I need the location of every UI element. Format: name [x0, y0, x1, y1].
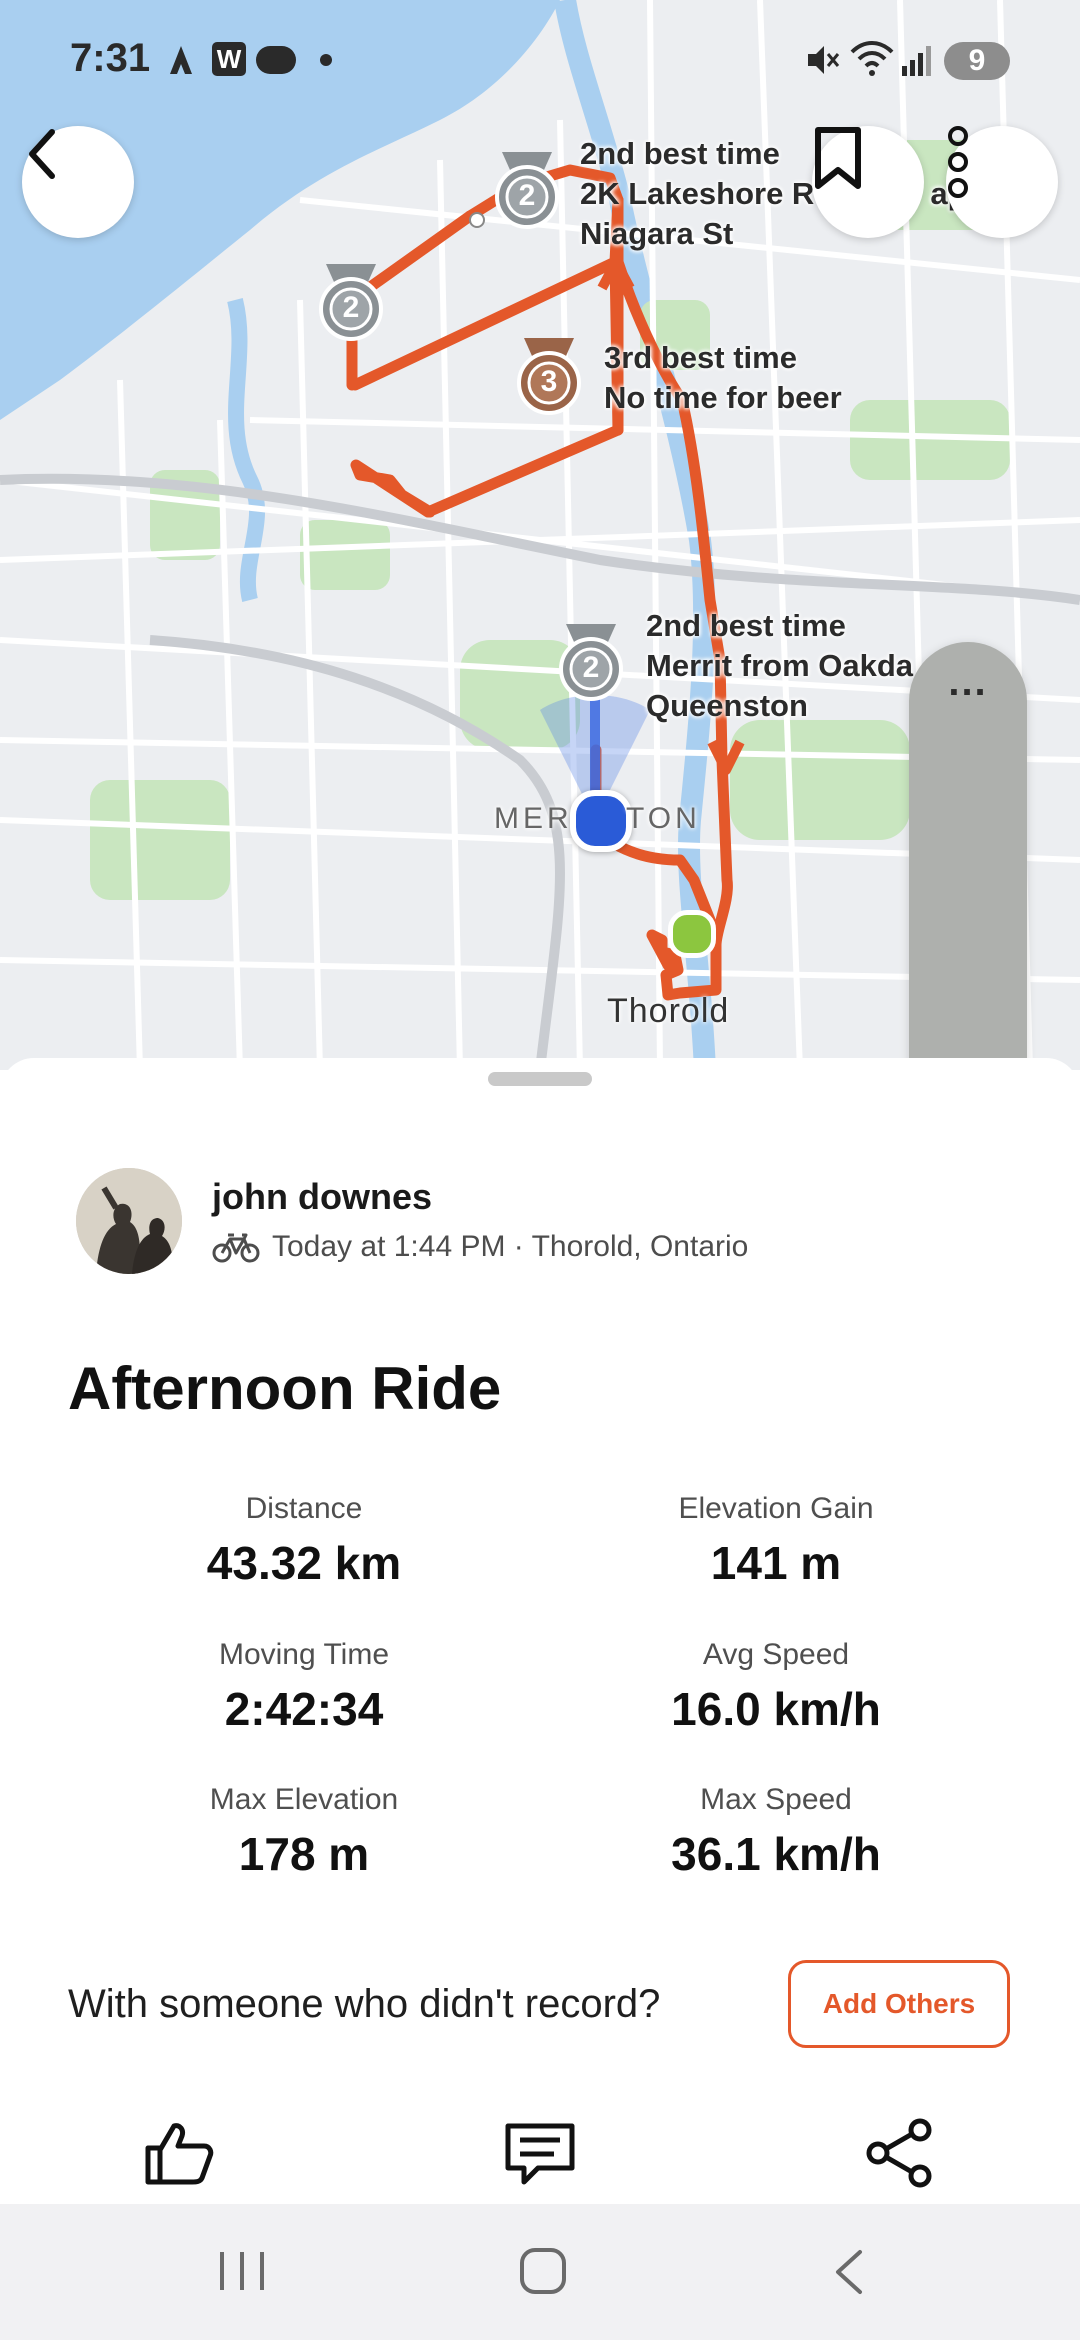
w-app-icon: W — [212, 42, 246, 76]
medal-2-icon[interactable]: 2 — [318, 262, 384, 344]
battery-icon: 9 — [944, 42, 1010, 80]
signal-icon — [902, 46, 931, 76]
stat-value: 141 m — [710, 1537, 842, 1589]
thumbs-up-icon[interactable] — [144, 2120, 214, 2186]
add-others-prompt: With someone who didn't record? — [68, 1982, 661, 2026]
stat-max-elevation: Max Elevation 178 m — [94, 1783, 514, 1881]
start-point-dot — [668, 910, 716, 958]
segment-name-text: Merrit from Oakda — [646, 648, 914, 683]
medal-rank: 2 — [342, 291, 360, 324]
athlete-name[interactable]: john downes — [212, 1176, 432, 1218]
stat-distance: Distance 43.32 km — [94, 1492, 514, 1590]
home-icon[interactable] — [518, 2246, 568, 2296]
medal-rank: 2 — [582, 651, 600, 684]
volume-more-button[interactable]: ... — [909, 660, 1027, 705]
medal-3-icon[interactable]: 3 — [516, 336, 582, 418]
stat-value: 16.0 km/h — [671, 1683, 881, 1735]
bookmark-icon — [815, 127, 861, 189]
avatar[interactable] — [76, 1168, 182, 1274]
medal-rank: 3 — [540, 365, 558, 398]
stat-moving-time: Moving Time 2:42:34 — [94, 1638, 514, 1736]
activity-title: Afternoon Ride — [68, 1355, 502, 1422]
more-options-button[interactable] — [946, 126, 1058, 238]
medal-2-icon[interactable]: 2 — [494, 150, 560, 232]
notification-dot-icon — [320, 54, 332, 66]
sheet-drag-handle[interactable] — [488, 1072, 592, 1086]
stat-label: Avg Speed — [702, 1638, 850, 1671]
stat-value: 178 m — [238, 1828, 370, 1880]
system-nav-bar — [0, 2204, 1080, 2340]
activity-meta-row: Today at 1:44 PM · Thorold, Ontario — [212, 1230, 748, 1264]
stat-max-speed: Max Speed 36.1 km/h — [566, 1783, 986, 1881]
segment-rank-text: 3rd best time — [604, 340, 797, 375]
route-map[interactable]: 2 2 3 2 2nd best time 2K Lakeshore Rap N… — [0, 0, 1080, 1070]
segment-name-text: Queenston — [646, 688, 808, 723]
place-label-merriton-right: TON — [626, 802, 701, 835]
activity-meta-text: Today at 1:44 PM · Thorold, Ontario — [272, 1230, 749, 1263]
bookmark-button[interactable] — [812, 126, 924, 238]
strava-arrow-icon — [170, 46, 192, 74]
segment-label-no-time-for-beer[interactable]: 3rd best time No time for beer — [604, 338, 842, 418]
status-time: 7:31 — [70, 36, 151, 80]
stat-label: Max Elevation — [209, 1783, 399, 1816]
stat-elevation-gain: Elevation Gain 141 m — [566, 1492, 986, 1590]
activity-sheet: john downes Today at 1:44 PM · Thorold, … — [0, 1058, 1080, 2204]
bike-icon — [212, 1233, 260, 1263]
medal-rank: 2 — [518, 179, 536, 212]
share-icon[interactable] — [864, 2118, 934, 2188]
chevron-left-icon — [29, 129, 55, 179]
segment-name-text: No time for beer — [604, 380, 842, 415]
add-others-button[interactable]: Add Others — [788, 1960, 1010, 2048]
mute-icon — [808, 46, 840, 74]
current-location-dot — [570, 790, 632, 852]
place-label-thorold: Thorold — [607, 992, 730, 1030]
pluto-tv-icon — [256, 46, 296, 74]
segment-label-merrit[interactable]: 2nd best time Merrit from Oakda Queensto… — [646, 606, 913, 726]
comment-icon[interactable] — [504, 2122, 576, 2186]
wifi-icon — [850, 41, 894, 76]
back-button[interactable] — [22, 126, 134, 238]
segment-rank-text: 2nd best time — [646, 608, 846, 643]
avatar-photo — [76, 1168, 182, 1274]
stat-value: 36.1 km/h — [671, 1828, 881, 1880]
stat-label: Distance — [245, 1492, 363, 1525]
stat-label: Elevation Gain — [678, 1492, 874, 1525]
medal-2-icon[interactable]: 2 — [558, 622, 624, 704]
more-vertical-icon — [948, 126, 968, 198]
recent-apps-icon[interactable] — [216, 2248, 268, 2294]
segment-name-text: 2K Lakeshore R — [580, 176, 815, 211]
back-icon[interactable] — [828, 2248, 868, 2296]
stat-label: Moving Time — [218, 1638, 390, 1671]
volume-panel[interactable]: ... — [909, 642, 1027, 1070]
stat-avg-speed: Avg Speed 16.0 km/h — [566, 1638, 986, 1736]
stat-value: 2:42:34 — [224, 1683, 384, 1735]
stat-value: 43.32 km — [206, 1537, 402, 1589]
place-label-merriton-left: MER — [494, 802, 573, 835]
stat-label: Max Speed — [700, 1783, 852, 1816]
